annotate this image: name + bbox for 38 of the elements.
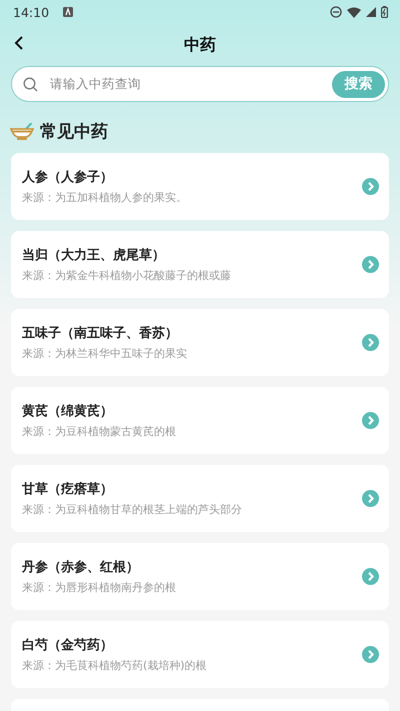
medicine-name: 黄芪（绵黄芪） — [22, 403, 114, 420]
search-icon — [23, 76, 38, 92]
medicine-card[interactable]: 丹参（赤参、红根） 来源：为唇形科植物南丹参的根 — [11, 543, 389, 610]
medicine-name: 当归（大力王、虎尾草） — [22, 247, 166, 264]
medicine-name: 甘草（疙瘩草） — [22, 480, 114, 498]
medicine-card[interactable]: 白芍（金芍药） 来源：为毛茛科植物芍药(栽培种)的根 — [11, 621, 389, 688]
page-title: 中药 — [184, 34, 216, 56]
medicine-source: 来源：为豆科植物蒙古黄芪的根 — [22, 424, 177, 439]
medicine-card[interactable]: 五味子（南五味子、香苏） 来源：为林兰科华中五味子的果实 — [11, 309, 389, 376]
status-time: 14:10 — [13, 4, 50, 20]
chevron-right-icon — [362, 256, 379, 273]
signal-icon — [366, 7, 376, 17]
medicine-name: 白芍（金芍药） — [22, 637, 114, 654]
medicine-source: 来源：为紫金牛科植物小花酸藤子的根或藤 — [22, 268, 232, 283]
mortar-icon — [10, 122, 34, 140]
do-not-disturb-icon — [330, 6, 342, 18]
medicine-name: 五味子（南五味子、香苏） — [22, 325, 179, 342]
wifi-icon — [347, 6, 361, 18]
chevron-right-icon — [362, 490, 379, 507]
chevron-right-icon — [362, 178, 379, 195]
medicine-card[interactable]: 甘草（疙瘩草） 来源：为豆科植物甘草的根茎上端的芦头部分 — [11, 465, 389, 532]
battery-icon — [381, 6, 388, 18]
medicine-source: 来源：为豆科植物甘草的根茎上端的芦头部分 — [22, 502, 243, 517]
medicine-card[interactable]: 人参（人参子） 来源：为五加科植物人参的果实。 — [11, 153, 389, 220]
medicine-name: 丹参（赤参、红根） — [22, 559, 140, 576]
medicine-source: 来源：为毛茛科植物芍药(栽培种)的根 — [22, 658, 208, 673]
medicine-source: 来源：为林兰科华中五味子的果实 — [22, 346, 188, 361]
medicine-source: 来源：为五加科植物人参的果实。 — [22, 190, 188, 205]
medicine-card[interactable]: 黄芪（绵黄芪） 来源：为豆科植物蒙古黄芪的根 — [11, 387, 389, 454]
chevron-right-icon — [362, 412, 379, 429]
medicine-source: 来源：为唇形科植物南丹参的根 — [22, 580, 177, 595]
medicine-card[interactable]: 当归（大力王、虎尾草） 来源：为紫金牛科植物小花酸藤子的根或藤 — [11, 231, 389, 298]
section-title: 常见中药 — [40, 121, 108, 143]
chevron-right-icon — [362, 334, 379, 351]
notification-icon — [63, 7, 74, 17]
medicine-name: 人参（人参子） — [22, 169, 114, 186]
chevron-right-icon — [362, 646, 379, 663]
chevron-right-icon — [362, 568, 379, 585]
